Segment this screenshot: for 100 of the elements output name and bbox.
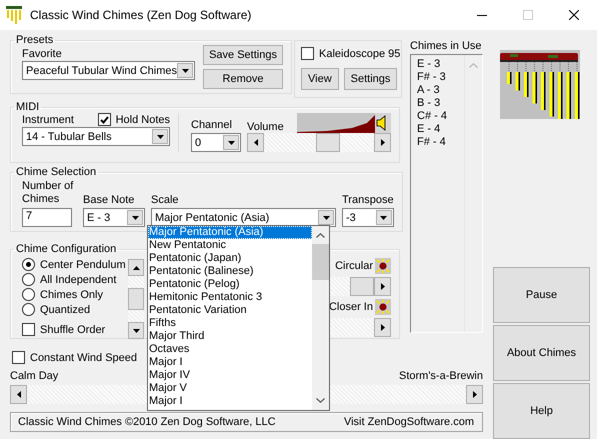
field-label: Volume: [247, 121, 284, 133]
chevron-up-icon: [469, 63, 478, 68]
checkbox-label: Constant Wind Speed: [30, 352, 138, 364]
chevron-up-icon: [316, 233, 325, 238]
action-button[interactable]: Pause: [493, 267, 590, 323]
kaleidoscope-button[interactable]: Settings: [344, 68, 398, 90]
speaker-icon: [375, 113, 391, 133]
list-item[interactable]: E - 3: [417, 58, 464, 70]
dropdown-option[interactable]: New Pentatonic: [148, 239, 312, 252]
scroll-left-button[interactable]: [247, 133, 264, 152]
field-label: Instrument: [22, 114, 74, 126]
radio-label: Center Pendulum: [40, 258, 126, 270]
list-item[interactable]: F# - 4: [417, 136, 464, 148]
radio-button[interactable]: [22, 273, 35, 286]
dropdown-option[interactable]: Major Third: [148, 330, 312, 343]
checkbox[interactable]: [301, 47, 314, 60]
dropdown-option[interactable]: Pentatonic (Balinese): [148, 265, 312, 278]
caret-down-icon: [322, 216, 330, 220]
scrollbar-thumb[interactable]: [128, 288, 144, 310]
dropdown[interactable]: 14 - Tubular Bells: [22, 127, 170, 146]
dropdown-option[interactable]: Pentatonic (Japan): [148, 252, 312, 265]
field-label: Scale: [151, 194, 180, 206]
maximize-icon: [523, 10, 533, 20]
slider-max-label: Storm's-a-Brewin: [398, 370, 483, 382]
dropdown-option[interactable]: Hemitonic Pentatonic 3: [148, 291, 312, 304]
checkmark-icon: [100, 116, 109, 124]
checkbox-label: Hold Notes: [116, 114, 170, 126]
caret-down-icon: [228, 140, 234, 144]
radio-button[interactable]: [22, 288, 35, 301]
action-button[interactable]: About Chimes: [493, 325, 590, 381]
radio-label: All Independent: [40, 274, 116, 286]
minimize-icon: [477, 14, 487, 16]
checkbox-label: Shuffle Order: [40, 324, 106, 336]
number-input[interactable]: 7: [22, 208, 72, 227]
list-item[interactable]: A - 3: [417, 84, 464, 96]
group-title: Chime Configuration: [15, 243, 118, 255]
list-item[interactable]: C# - 4: [417, 110, 464, 122]
list-item[interactable]: E - 4: [417, 123, 464, 135]
caret-down-icon: [132, 216, 138, 220]
slider-min-label: Calm Day: [10, 370, 58, 382]
dropdown-option[interactable]: Major Pentatonic (Asia): [148, 226, 312, 239]
dropdown-option[interactable]: Octaves: [148, 343, 312, 356]
radio-label: Quantized: [40, 304, 90, 316]
dropdown[interactable]: E - 3: [83, 208, 145, 227]
caret-down-icon: [380, 216, 388, 220]
field-label: Channel: [191, 119, 233, 131]
slider-thumb[interactable]: [316, 133, 340, 152]
dropdown[interactable]: -3: [342, 208, 394, 227]
wind-chimes-icon: [6, 6, 22, 24]
list-item[interactable]: F# - 3: [417, 71, 464, 83]
volume-slider[interactable]: [247, 133, 391, 152]
field-label: Favorite: [22, 48, 63, 60]
scrollbar-thumb[interactable]: [312, 244, 329, 280]
website-text: Visit ZenDogSoftware.com: [344, 416, 474, 428]
dropdown[interactable]: 0: [191, 133, 241, 152]
action-button[interactable]: Help: [493, 383, 590, 439]
chimes-list[interactable]: E - 3 F# - 3 A - 3 B - 3 C# - 4 E - 4 F# - 4: [410, 54, 483, 333]
right-arrow-icon: [380, 139, 384, 146]
list-title: Chimes in Use: [410, 40, 483, 52]
close-icon: [569, 10, 579, 20]
dropdown-option[interactable]: Major I: [148, 356, 312, 369]
vertical-scrollbar[interactable]: [312, 226, 329, 410]
dropdown-option[interactable]: Major IV: [148, 369, 312, 382]
dropdown-option[interactable]: Pentatonic (Pelog): [148, 278, 312, 291]
spark-icon: [375, 258, 391, 274]
option-label: Closer In: [328, 301, 373, 313]
caret-down-icon: [156, 134, 164, 138]
spark-icon: [375, 299, 391, 315]
vertical-scrollbar[interactable]: [128, 259, 144, 339]
group-title: Presets: [15, 34, 54, 46]
dropdown[interactable]: Peaceful Tubular Wind Chimes: [22, 61, 196, 80]
field-label: Base Note: [83, 194, 136, 206]
checkbox[interactable]: [22, 323, 35, 336]
checkbox-label: Kaleidoscope 95: [319, 48, 400, 60]
caret-down-icon: [132, 328, 140, 332]
field-label: Transpose: [342, 194, 394, 206]
field-label: Number of Chimes: [22, 180, 74, 206]
up-arrow-icon: [132, 266, 140, 270]
window-title: Classic Wind Chimes (Zen Dog Software): [30, 8, 252, 22]
dropdown-option[interactable]: Pentatonic Variation: [148, 304, 312, 317]
checkbox[interactable]: [98, 113, 111, 126]
dropdown[interactable]: Major Pentatonic (Asia): [151, 208, 336, 227]
preset-button[interactable]: Remove: [203, 69, 284, 89]
radio-label: Chimes Only: [40, 288, 103, 300]
kaleidoscope-button[interactable]: View: [301, 68, 339, 90]
checkbox[interactable]: [12, 351, 25, 364]
list-item[interactable]: B - 3: [417, 97, 464, 109]
preset-button[interactable]: Save Settings: [203, 45, 284, 65]
left-arrow-icon: [254, 139, 258, 146]
scroll-down-button[interactable]: [128, 322, 144, 339]
dropdown-option[interactable]: Fifths: [148, 317, 312, 330]
radio-button[interactable]: [22, 258, 35, 271]
group-title: Chime Selection: [15, 166, 98, 178]
group-title: MIDI: [15, 101, 40, 113]
scroll-up-button[interactable]: [128, 259, 144, 276]
copyright-text: Classic Wind Chimes ©2010 Zen Dog Software, LLC: [18, 416, 276, 428]
option-label: Circular: [335, 260, 373, 272]
caret-down-icon: [182, 68, 189, 72]
radio-button[interactable]: [22, 303, 35, 316]
scroll-right-button[interactable]: [374, 133, 391, 152]
